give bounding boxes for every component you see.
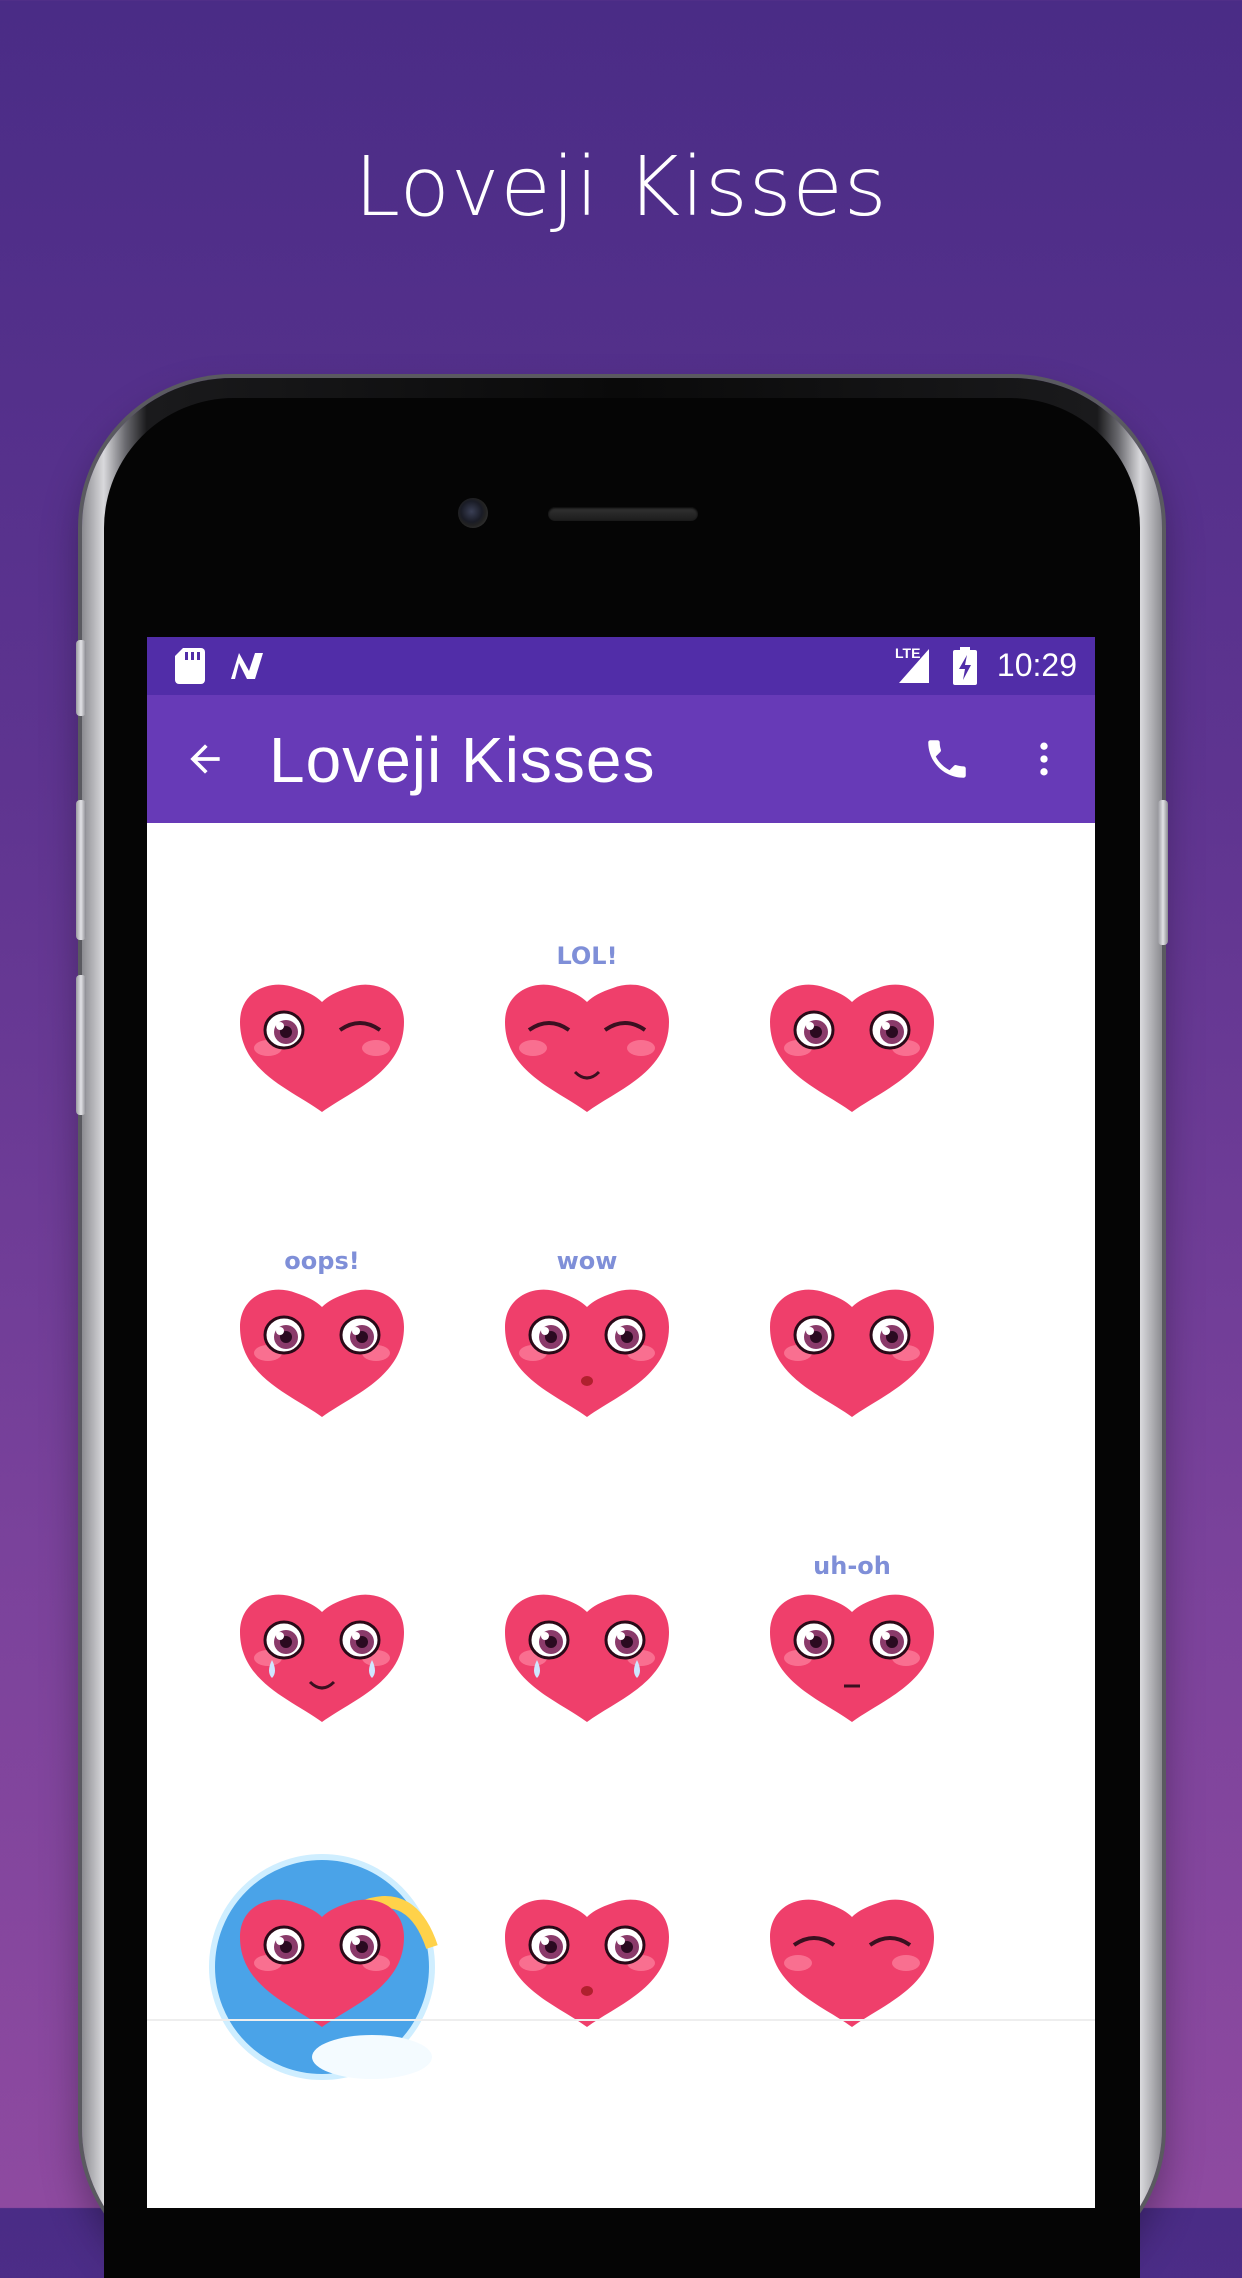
surprised-heart-icon [505, 1899, 669, 2027]
sticker-lol-heart[interactable]: LOL! [497, 942, 677, 1112]
lol-heart-icon [505, 984, 669, 1112]
more-vert-icon [1040, 742, 1048, 776]
crying-smile-heart-icon [240, 1594, 404, 1722]
phone-screen: LTE 10:29 Loveji Kisses LOL! oops! wow u… [147, 637, 1095, 2208]
sticker-shy-heart[interactable] [762, 1277, 942, 1417]
front-camera [458, 498, 488, 528]
sticker-rainbow-heart[interactable] [209, 1854, 438, 2080]
call-button[interactable] [915, 727, 979, 791]
sticker-surprised-heart[interactable] [497, 1887, 677, 2027]
oops-heart-icon [240, 1289, 404, 1417]
overflow-menu-button[interactable] [1019, 727, 1069, 791]
sticker-blushing-heart[interactable] [762, 972, 942, 1112]
phone-icon [928, 740, 966, 778]
n-notification-icon [231, 653, 263, 679]
app-bar-title: Loveji Kisses [269, 724, 656, 796]
sticker-content-heart[interactable] [762, 1887, 942, 2027]
sticker-caption: wow [556, 1247, 618, 1275]
winking-heart-icon [240, 984, 404, 1112]
content-heart-icon [770, 1899, 934, 2027]
earpiece-speaker [548, 507, 698, 521]
sticker-oops-heart[interactable]: oops! [232, 1247, 412, 1417]
volume-up-button [76, 800, 86, 940]
wow-heart-icon [505, 1289, 669, 1417]
sticker-wow-heart[interactable]: wow [497, 1247, 677, 1417]
sticker-crying-smile-heart[interactable] [232, 1582, 412, 1722]
status-bar: LTE 10:29 [147, 637, 1095, 695]
sticker-crying-heart[interactable] [497, 1582, 677, 1722]
sticker-caption: oops! [284, 1247, 360, 1275]
app-bar: Loveji Kisses [147, 695, 1095, 823]
sticker-uh-oh-heart[interactable]: uh-oh [762, 1552, 942, 1722]
arrow-back-icon [190, 744, 220, 774]
crying-heart-icon [505, 1594, 669, 1722]
uh-oh-heart-icon [770, 1594, 934, 1722]
signal-icon [899, 649, 929, 683]
mute-switch [76, 640, 86, 716]
rainbow-heart-icon [209, 1854, 438, 2080]
promo-title: Loveji Kisses [354, 140, 888, 235]
sticker-caption: LOL! [556, 942, 618, 970]
sticker-caption: uh-oh [813, 1552, 891, 1580]
back-button[interactable] [175, 729, 235, 789]
power-button [1158, 800, 1168, 945]
sticker-winking-heart[interactable] [232, 972, 412, 1112]
sd-card-icon [175, 648, 205, 684]
status-time: 10:29 [996, 647, 1077, 683]
volume-down-button [76, 975, 86, 1115]
shy-heart-icon [770, 1289, 934, 1417]
list-divider [147, 2019, 1095, 2021]
blushing-heart-icon [770, 984, 934, 1112]
battery-charging-icon [953, 647, 977, 685]
